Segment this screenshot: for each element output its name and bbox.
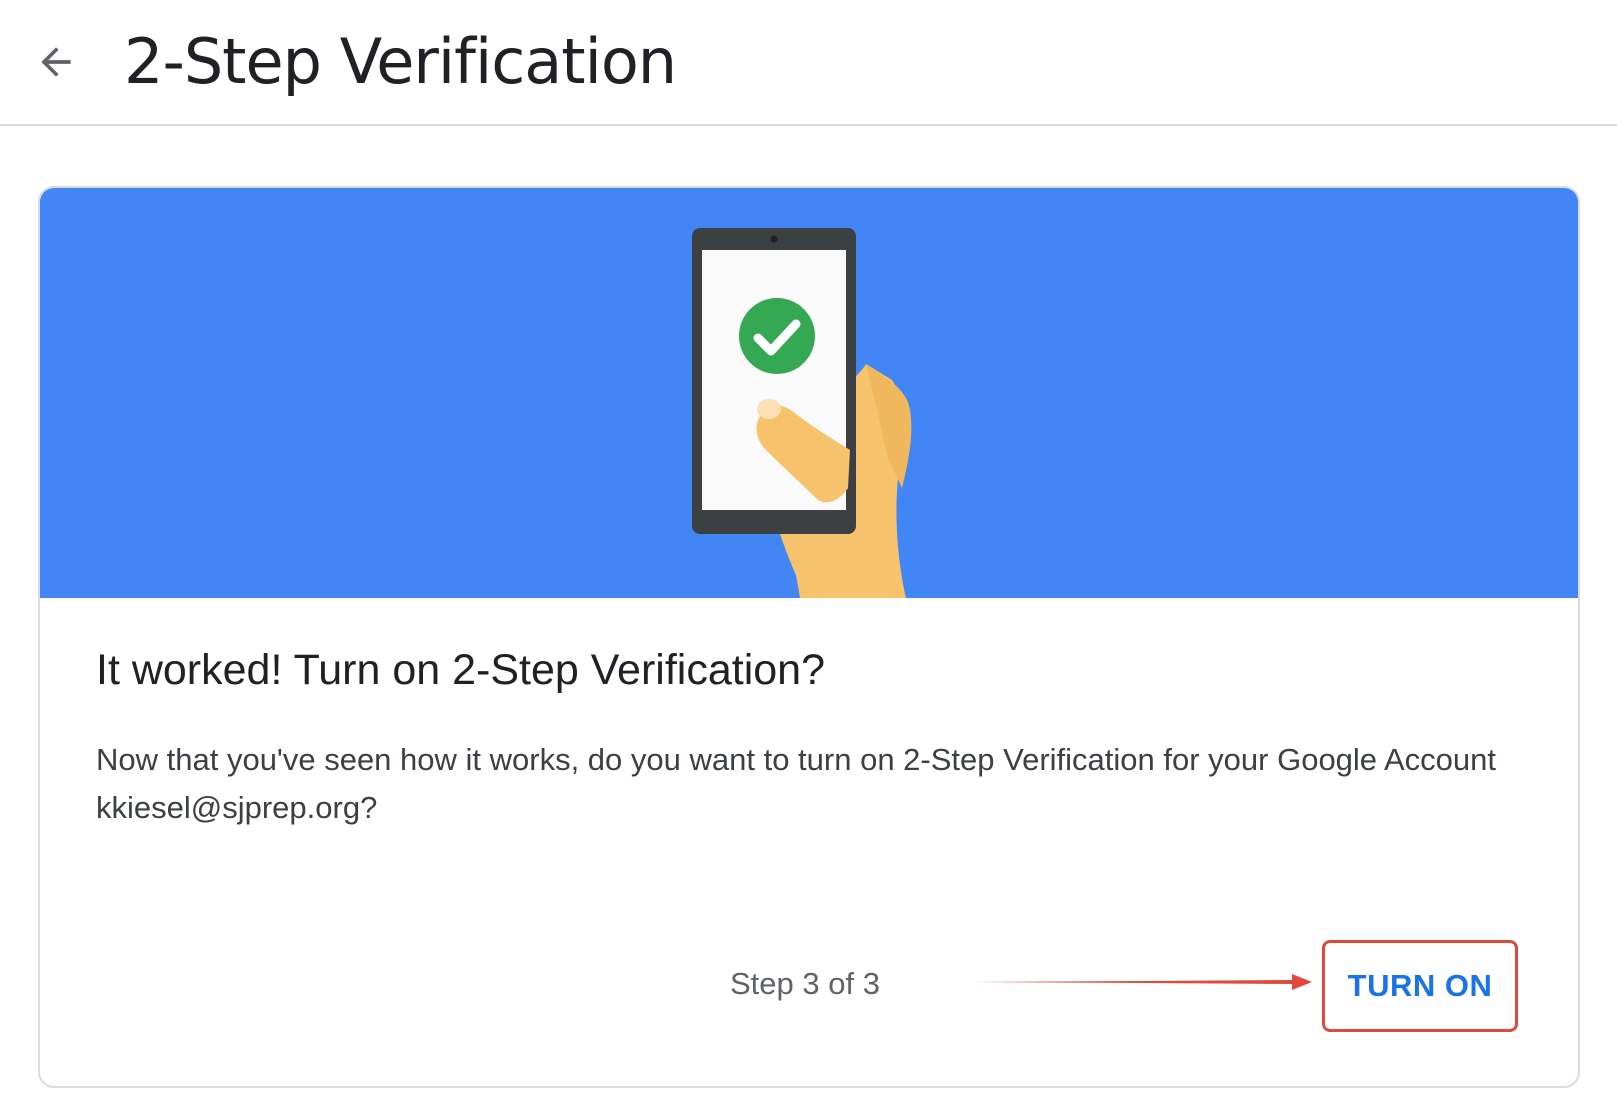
checkmark-circle [739, 298, 815, 374]
step-indicator: Step 3 of 3 [730, 966, 880, 1001]
arrow-left-icon [41, 47, 71, 77]
hero-banner [40, 188, 1578, 598]
phone-in-hand-illustration [692, 228, 912, 598]
card-heading: It worked! Turn on 2-Step Verification? [96, 646, 826, 694]
back-button[interactable] [28, 34, 84, 90]
confirmation-card: It worked! Turn on 2-Step Verification? … [38, 186, 1580, 1088]
annotation-arrow-icon [974, 974, 1312, 990]
turn-on-label: TURN ON [1347, 968, 1493, 1003]
card-description: Now that you've seen how it works, do yo… [96, 742, 1496, 825]
top-bar: 2-Step Verification [0, 0, 1617, 126]
page-title: 2-Step Verification [124, 25, 677, 98]
turn-on-button[interactable]: TURN ON [1322, 940, 1518, 1032]
